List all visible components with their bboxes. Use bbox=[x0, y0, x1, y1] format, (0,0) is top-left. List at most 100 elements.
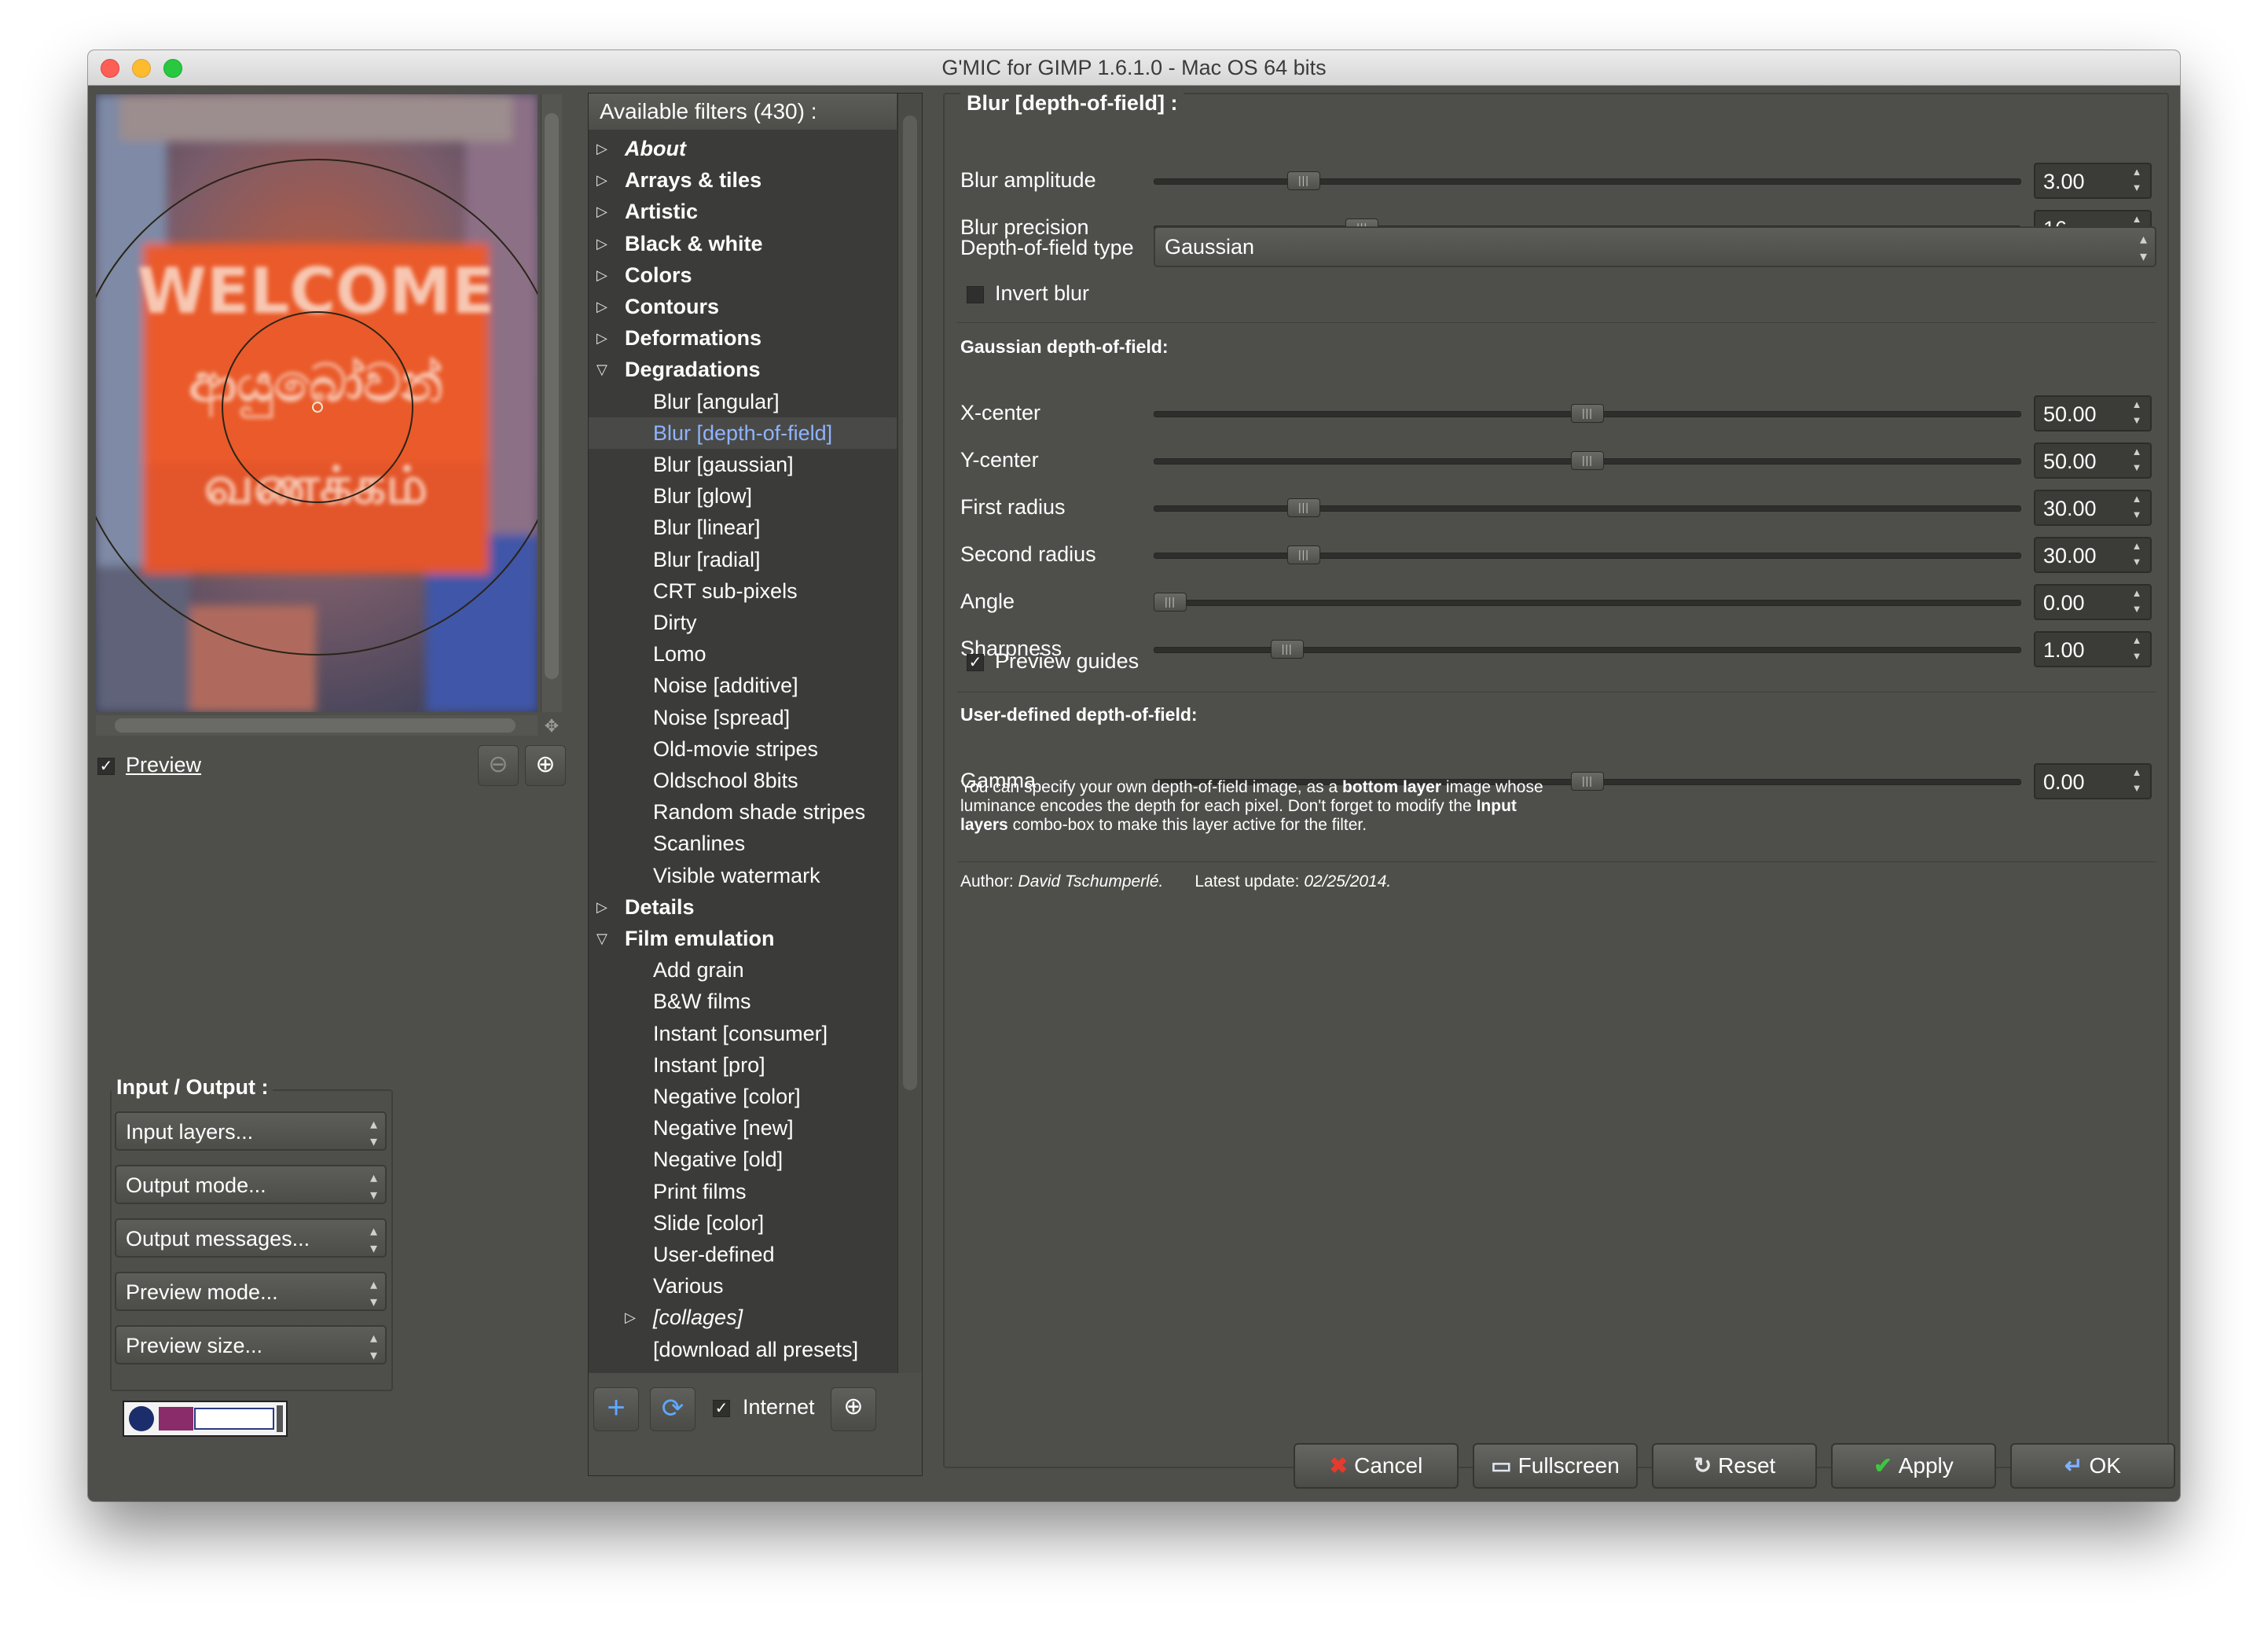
collapsed-triangle-icon[interactable]: ▷ bbox=[596, 228, 609, 259]
filters-scroll-thumb[interactable] bbox=[903, 116, 917, 1090]
x-center-spinbox[interactable]: 50.00 ▲ ▼ bbox=[2034, 395, 2152, 432]
spin-arrows-icon[interactable]: ▲▼ bbox=[2127, 491, 2147, 523]
filter-item[interactable]: Dirty bbox=[589, 607, 897, 638]
gamma-spinbox[interactable]: 0.00 ▲ ▼ bbox=[2034, 763, 2152, 799]
blur-amplitude-spinbox[interactable]: 3.00 ▲ ▼ bbox=[2034, 163, 2152, 199]
filter-item[interactable]: CRT sub-pixels bbox=[589, 575, 897, 607]
output-messages-combo[interactable]: Output messages... ▴ ▾ bbox=[115, 1218, 387, 1258]
second-radius-spinbox[interactable]: 30.00 ▲ ▼ bbox=[2034, 537, 2152, 573]
filter-item[interactable]: ▷ Black & white bbox=[589, 228, 897, 259]
filter-item[interactable]: Noise [spread] bbox=[589, 702, 897, 733]
preview-size-combo[interactable]: Preview size... ▴ ▾ bbox=[115, 1325, 387, 1364]
spin-arrows-icon[interactable]: ▲▼ bbox=[2127, 164, 2147, 196]
invert-blur-checkbox[interactable] bbox=[967, 286, 984, 303]
collapsed-triangle-icon[interactable]: ▷ bbox=[596, 259, 609, 291]
filter-item[interactable]: ▷ Artistic bbox=[589, 196, 897, 227]
filter-item[interactable]: Lomo bbox=[589, 638, 897, 670]
internet-checkbox[interactable]: ✓ bbox=[713, 1400, 730, 1417]
y-center-slider-handle[interactable]: ||| bbox=[1571, 451, 1604, 470]
filter-item[interactable]: ▷ About bbox=[589, 133, 897, 164]
collapsed-triangle-icon[interactable]: ▷ bbox=[596, 196, 609, 227]
filter-item[interactable]: ▽ Degradations bbox=[589, 354, 897, 385]
filter-item[interactable]: Noise [additive] bbox=[589, 670, 897, 701]
gamma-slider-handle[interactable]: ||| bbox=[1571, 772, 1604, 791]
expanded-triangle-icon[interactable]: ▽ bbox=[596, 923, 609, 954]
spin-arrows-icon[interactable]: ▲▼ bbox=[2127, 633, 2147, 664]
collapsed-triangle-icon[interactable]: ▷ bbox=[596, 291, 609, 322]
add-favorite-icon[interactable]: + bbox=[593, 1387, 639, 1431]
filter-item[interactable]: Negative [new] bbox=[589, 1112, 897, 1144]
filter-item[interactable]: ▽ Film emulation bbox=[589, 923, 897, 954]
preview-horizontal-scroll-thumb[interactable] bbox=[115, 718, 516, 733]
gmic-logo[interactable] bbox=[123, 1401, 288, 1437]
spin-arrows-icon[interactable]: ▲▼ bbox=[2127, 397, 2147, 428]
preview-vertical-scroll-thumb[interactable] bbox=[545, 113, 559, 679]
angle-spinbox[interactable]: 0.00 ▲ ▼ bbox=[2034, 584, 2152, 620]
spin-arrows-icon[interactable]: ▲▼ bbox=[2127, 538, 2147, 570]
collapsed-triangle-icon[interactable]: ▷ bbox=[596, 133, 609, 164]
output-mode-combo[interactable]: Output mode... ▴ ▾ bbox=[115, 1165, 387, 1204]
sharpness-spinbox[interactable]: 1.00 ▲ ▼ bbox=[2034, 631, 2152, 667]
preview-checkbox[interactable]: ✓ bbox=[97, 758, 115, 775]
angle-slider[interactable] bbox=[1154, 600, 2021, 606]
collapsed-triangle-icon[interactable]: ▷ bbox=[596, 164, 609, 196]
collapsed-triangle-icon[interactable]: ▷ bbox=[596, 322, 609, 354]
filter-item[interactable]: B&W films bbox=[589, 986, 897, 1017]
preview-horizontal-scrollbar[interactable] bbox=[96, 715, 538, 736]
filter-item[interactable]: Instant [pro] bbox=[589, 1049, 897, 1081]
filter-item[interactable]: Visible watermark bbox=[589, 860, 897, 891]
refresh-filters-icon[interactable]: ⟳ bbox=[650, 1387, 695, 1431]
filter-item[interactable]: Random shade stripes bbox=[589, 796, 897, 828]
collapsed-triangle-icon[interactable]: ▷ bbox=[625, 1302, 637, 1333]
filter-item[interactable]: ▷ Arrays & tiles bbox=[589, 164, 897, 196]
first-radius-slider-handle[interactable]: ||| bbox=[1286, 498, 1320, 517]
input-layers-combo[interactable]: Input layers... ▴ ▾ bbox=[115, 1111, 387, 1151]
filter-item[interactable]: ▷ Details bbox=[589, 891, 897, 923]
filter-item[interactable]: ▷ Colors bbox=[589, 259, 897, 291]
blur-amplitude-slider[interactable] bbox=[1154, 178, 2021, 185]
filter-item[interactable]: [download all presets] bbox=[589, 1334, 897, 1365]
filter-item[interactable]: Various bbox=[589, 1270, 897, 1302]
preview-mode-combo[interactable]: Preview mode... ▴ ▾ bbox=[115, 1272, 387, 1311]
filter-item[interactable]: ▷ Contours bbox=[589, 291, 897, 322]
filter-item[interactable]: Negative [color] bbox=[589, 1081, 897, 1112]
expanded-triangle-icon[interactable]: ▽ bbox=[596, 354, 609, 385]
ok-button[interactable]: ↵ OK bbox=[2010, 1443, 2175, 1489]
filter-item[interactable]: Blur [depth-of-field] bbox=[589, 417, 897, 449]
filter-item[interactable]: Blur [linear] bbox=[589, 512, 897, 543]
angle-slider-handle[interactable]: ||| bbox=[1154, 593, 1187, 612]
filter-item[interactable]: Blur [gaussian] bbox=[589, 449, 897, 480]
first-radius-slider[interactable] bbox=[1154, 505, 2021, 512]
dof-type-select[interactable]: Gaussian ▴ ▾ bbox=[1154, 226, 2156, 267]
filter-item[interactable]: Blur [angular] bbox=[589, 386, 897, 417]
spin-arrows-icon[interactable]: ▲▼ bbox=[2127, 765, 2147, 796]
filter-item[interactable]: User-defined bbox=[589, 1239, 897, 1270]
zoom-out-icon[interactable]: ⊖ bbox=[478, 745, 519, 786]
filter-item[interactable]: Old-movie stripes bbox=[589, 733, 897, 765]
filter-item[interactable]: Add grain bbox=[589, 954, 897, 986]
preview-image[interactable]: WELCOME ආයුබෝවන් வணக்கம் bbox=[96, 94, 538, 712]
filter-item[interactable]: Slide [color] bbox=[589, 1207, 897, 1239]
filter-item[interactable]: Negative [old] bbox=[589, 1144, 897, 1175]
second-radius-slider[interactable] bbox=[1154, 553, 2021, 559]
filter-item[interactable]: ▷ [collages] bbox=[589, 1302, 897, 1333]
fullscreen-button[interactable]: ▭ Fullscreen bbox=[1473, 1443, 1638, 1489]
spin-arrows-icon[interactable]: ▲▼ bbox=[2127, 586, 2147, 617]
sharpness-slider-handle[interactable]: ||| bbox=[1270, 640, 1304, 659]
x-center-slider-handle[interactable]: ||| bbox=[1571, 404, 1604, 423]
preview-vertical-scrollbar[interactable] bbox=[541, 94, 562, 712]
apply-button[interactable]: ✔ Apply bbox=[1831, 1443, 1996, 1489]
move-icon[interactable]: ✥ bbox=[542, 717, 561, 736]
first-radius-spinbox[interactable]: 30.00 ▲ ▼ bbox=[2034, 490, 2152, 526]
spin-arrows-icon[interactable]: ▲▼ bbox=[2127, 444, 2147, 476]
zoom-in-icon[interactable]: ⊕ bbox=[525, 745, 566, 786]
filter-item[interactable]: Blur [glow] bbox=[589, 480, 897, 512]
reset-button[interactable]: ↻ Reset bbox=[1652, 1443, 1817, 1489]
filter-item[interactable]: Instant [consumer] bbox=[589, 1018, 897, 1049]
filter-item[interactable]: Oldschool 8bits bbox=[589, 765, 897, 796]
preview-guides-checkbox[interactable]: ✓ bbox=[967, 654, 984, 671]
filters-scrollbar[interactable] bbox=[897, 94, 922, 1373]
collapsed-triangle-icon[interactable]: ▷ bbox=[596, 891, 609, 923]
filter-item[interactable]: ▷ Deformations bbox=[589, 322, 897, 354]
filter-item[interactable]: Blur [radial] bbox=[589, 544, 897, 575]
